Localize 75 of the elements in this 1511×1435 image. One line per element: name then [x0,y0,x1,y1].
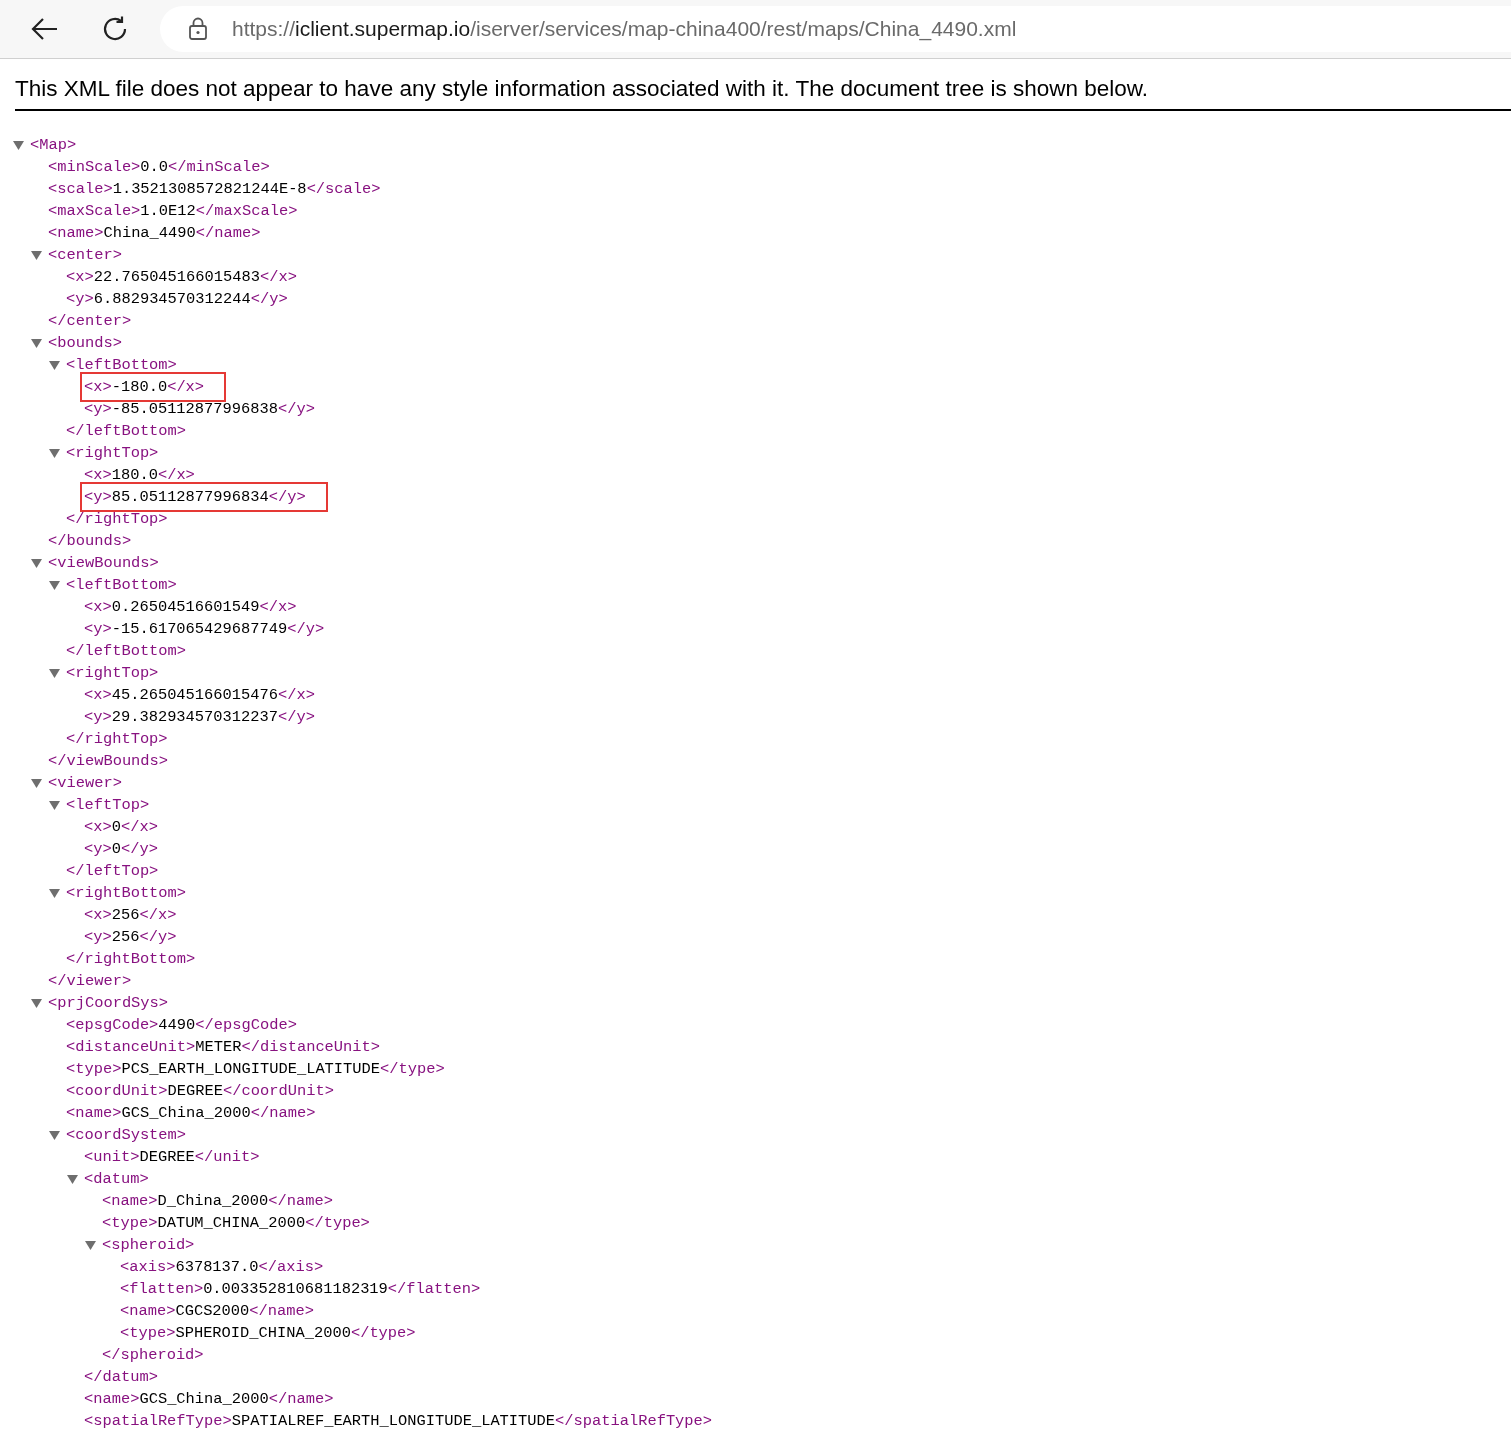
xml-open-tag: <rightBottom> [66,882,187,904]
xml-element: <name>GCS_China_2000</name> [84,1389,334,1410]
xml-element: <epsgCode>4490</epsgCode> [66,1015,297,1036]
xml-element: <distanceUnit>METER</distanceUnit> [66,1037,381,1058]
xml-element: <y>0</y> [84,839,158,860]
xml-open-tag: <viewer> [48,772,122,794]
xml-element: <y>6.882934570312244</y> [66,289,288,310]
xml-close-tag: </center> [48,310,132,332]
collapse-triangle-icon[interactable] [49,449,60,458]
xml-element: <y>-85.05112877996838</y> [84,399,315,420]
collapse-triangle-icon[interactable] [49,581,60,590]
xml-close-tag: </rightTop> [66,728,168,750]
xml-close-tag: </datum> [84,1366,158,1388]
xml-element: <x>22.765045166015483</x> [66,267,297,288]
xml-element: <x>0</x> [84,817,158,838]
xml-element: <minScale>0.0</minScale> [48,157,270,178]
xml-open-tag: <viewBounds> [48,552,159,574]
address-bar[interactable]: https://iclient.supermap.io/iserver/services/map-china400/rest/maps/China_4490.xml [160,6,1511,52]
xml-close-tag: </rightTop> [66,508,168,530]
xml-open-tag: <prjCoordSys> [48,992,169,1014]
xml-element: <coordUnit>DEGREE</coordUnit> [66,1081,334,1102]
xml-element: <scale>1.3521308572821244E-8</scale> [48,179,381,200]
xml-close-tag: </leftBottom> [66,640,187,662]
xml-close-tag: </spheroid> [102,1344,204,1366]
lock-icon[interactable] [188,17,208,41]
collapse-triangle-icon[interactable] [49,361,60,370]
xml-element: <type>PCS_EARTH_LONGITUDE_LATITUDE</type> [66,1059,445,1080]
collapse-triangle-icon[interactable] [31,251,42,260]
xml-open-tag: <datum> [84,1168,149,1190]
xml-open-tag: <coordSystem> [66,1124,187,1146]
xml-close-tag: </leftTop> [66,860,159,882]
xml-open-tag: <leftBottom> [66,574,177,596]
xml-open-tag: <bounds> [48,332,122,354]
xml-element: <x>256</x> [84,905,177,926]
xml-open-tag: <leftBottom> [66,354,177,376]
xml-element: <type>DATUM_CHINA_2000</type> [102,1213,370,1234]
xml-element: <unit>DEGREE</unit> [84,1147,260,1168]
xml-element: <spatialRefType>SPATIALREF_EARTH_LONGITUDE_LATITUDE</spatialRefType> [84,1411,713,1432]
collapse-triangle-icon[interactable] [67,1175,78,1184]
info-message: This XML file does not appear to have any style information associated with it. The document tree is shown below. [15,76,1511,111]
collapse-triangle-icon[interactable] [49,669,60,678]
xml-open-tag: <rightTop> [66,442,159,464]
xml-close-tag: </viewBounds> [48,750,169,772]
xml-element: <name>D_China_2000</name> [102,1191,333,1212]
xml-element: <axis>6378137.0</axis> [120,1257,324,1278]
xml-open-tag: <center> [48,244,122,266]
collapse-triangle-icon[interactable] [31,999,42,1008]
xml-element: <flatten>0.003352810681182319</flatten> [120,1279,481,1300]
xml-element: <type>SPHEROID_CHINA_2000</type> [120,1323,416,1344]
xml-element: <name>CGCS2000</name> [120,1301,314,1322]
collapse-triangle-icon[interactable] [49,1131,60,1140]
xml-open-tag: <spheroid> [102,1234,195,1256]
xml-element: <name>China_4490</name> [48,223,261,244]
xml-element: <name>GCS_China_2000</name> [66,1103,316,1124]
xml-close-tag: </rightBottom> [66,948,196,970]
collapse-triangle-icon[interactable] [85,1241,96,1250]
collapse-triangle-icon[interactable] [49,889,60,898]
xml-element: <y>29.382934570312237</y> [84,707,315,728]
xml-close-tag: </bounds> [48,530,132,552]
collapse-triangle-icon[interactable] [13,141,24,150]
xml-element: <x>45.265045166015476</x> [84,685,315,706]
xml-close-tag: </leftBottom> [66,420,187,442]
xml-element: <x>180.0</x> [84,465,195,486]
xml-element: <x>0.26504516601549</x> [84,597,297,618]
collapse-triangle-icon[interactable] [31,339,42,348]
xml-element: <y>256</y> [84,927,177,948]
xml-close-tag: </viewer> [48,970,132,992]
xml-element: <y>-15.617065429687749</y> [84,619,325,640]
xml-element: <maxScale>1.0E12</maxScale> [48,201,298,222]
xml-open-tag: <leftTop> [66,794,150,816]
collapse-triangle-icon[interactable] [31,559,42,568]
xml-open-tag: <rightTop> [66,662,159,684]
xml-open-tag: <Map> [30,134,77,156]
collapse-triangle-icon[interactable] [49,801,60,810]
collapse-triangle-icon[interactable] [31,779,42,788]
